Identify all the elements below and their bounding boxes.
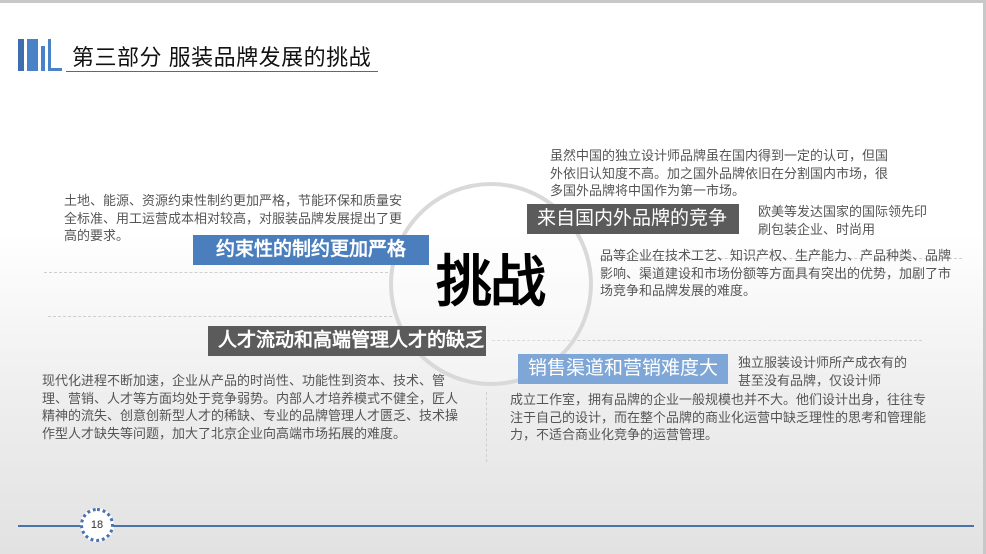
- constraint-label: 约束性的制约更加严格: [193, 235, 429, 265]
- logo-bar: [18, 39, 24, 71]
- divider: [486, 392, 487, 462]
- talent-label: 人才流动和高端管理人才的缺乏: [208, 326, 486, 356]
- competition-label: 来自国内外品牌的竞争: [527, 204, 739, 234]
- page-number-badge: 18: [80, 508, 114, 542]
- page-number: 18: [90, 519, 104, 531]
- competition-text-bottom: 品等企业在技术工艺、知识产权、生产能力、产品种类、品牌影响、渠道建设和市场份额等…: [600, 248, 952, 298]
- title-underline: [66, 71, 378, 72]
- page-title: 第三部分 服装品牌发展的挑战: [72, 45, 372, 70]
- talent-text: 现代化进程不断加速，企业从产品的时尚性、功能性到资本、技术、管理、营销、人才等方…: [42, 373, 459, 441]
- center-heading: 挑战: [436, 250, 546, 313]
- channel-text-right: 独立服装设计师所产成衣有的甚至没有品牌，仅设计师: [738, 355, 908, 388]
- channel-label: 销售渠道和营销难度大: [518, 354, 728, 384]
- logo-bar: [41, 46, 45, 71]
- logo-bar: [27, 39, 38, 71]
- footer-line: [18, 525, 974, 527]
- channel-text-bottom: 成立工作室，拥有品牌的企业一般规模也并不大。他们设计出身，往往专注于自己的设计，…: [510, 392, 927, 442]
- divider: [48, 316, 392, 317]
- divider: [44, 272, 388, 273]
- logo-bracket: [48, 39, 62, 71]
- frame-top-border: [0, 0, 986, 3]
- competition-text-right: 欧美等发达国家的国际领先印刷包装企业、时尚用: [758, 204, 928, 237]
- competition-text-top: 虽然中国的独立设计师品牌虽在国内得到一定的认可，但国外依旧认知度不高。加之国外品…: [550, 148, 889, 198]
